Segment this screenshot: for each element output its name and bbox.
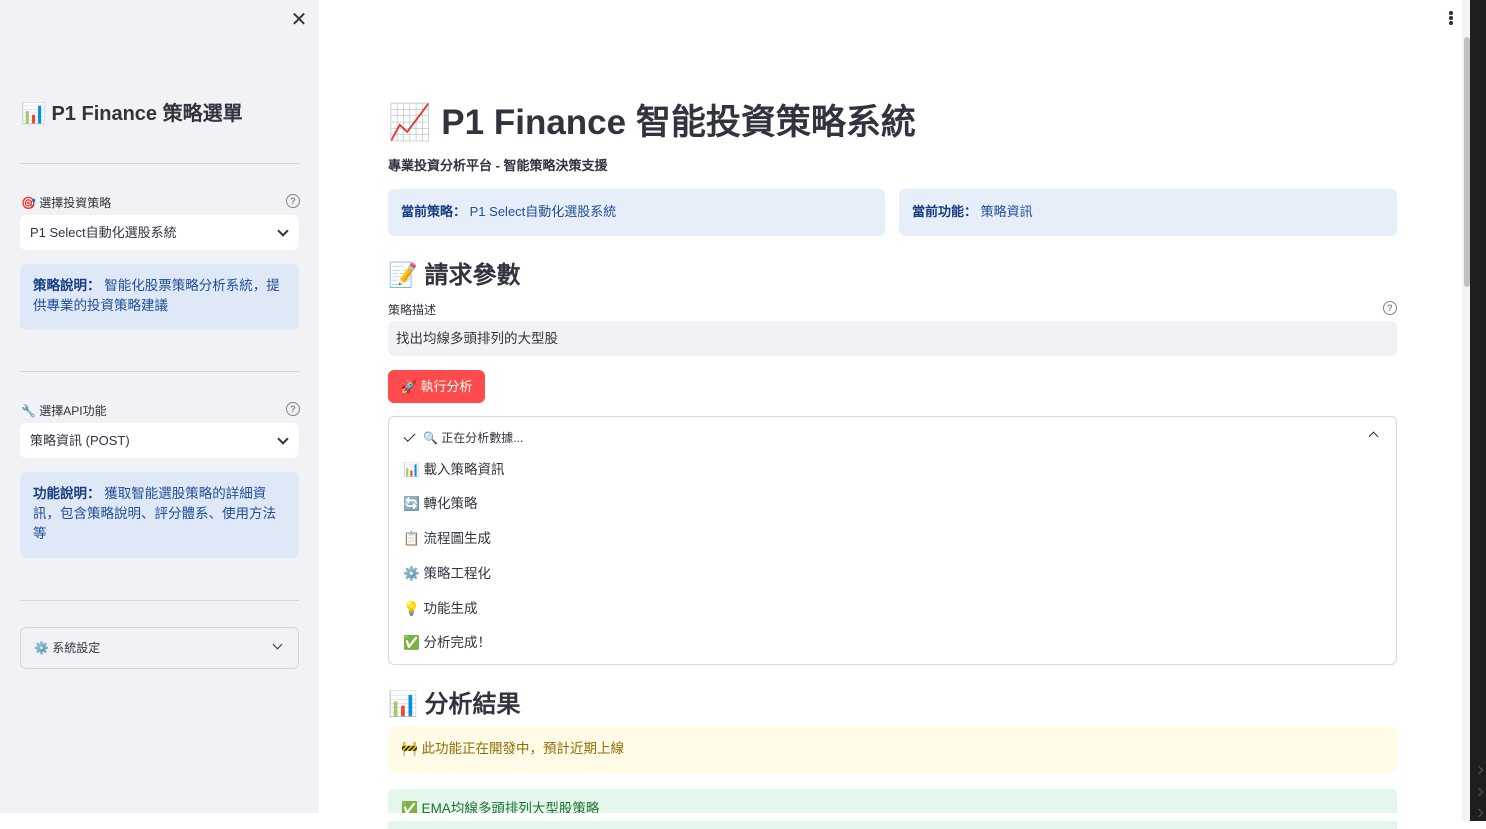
run-analysis-button[interactable]: 🚀 執行分析 [388, 370, 485, 403]
api-info-box: 功能說明： 獲取智能選股策略的詳細資訊，包含策略說明、評分體系、使用方法等 [20, 472, 299, 558]
strategy-desc-input[interactable] [388, 321, 1397, 356]
dev-warning-alert: 🚧 此功能正在開發中，預計近期上線 [388, 726, 1397, 773]
current-function-label: 當前功能： [912, 204, 978, 219]
status-step: 💡 功能生成 [403, 601, 478, 616]
chevron-up-icon[interactable] [1368, 431, 1379, 442]
request-params-heading: 📝 請求參數 [388, 262, 521, 289]
strategy-select-value: P1 Select自動化選股系統 [30, 225, 177, 240]
sidebar-title: 📊 P1 Finance 策略選單 [21, 103, 243, 125]
bottom-edge [0, 813, 1470, 821]
current-strategy-card: 當前策略： P1 Select自動化選股系統 [388, 189, 885, 236]
status-step: 🔄 轉化策略 [403, 496, 478, 511]
status-step: 📊 載入策略資訊 [403, 462, 505, 477]
strategy-info-label: 策略說明： [33, 278, 101, 293]
results-heading: 📊 分析結果 [388, 691, 521, 718]
current-strategy-value: P1 Select自動化選股系統 [469, 204, 617, 219]
success-alert: ✅ EMA均線多頭排列大型股策略 [388, 789, 1397, 829]
strategy-desc-label: 策略描述 [388, 303, 437, 317]
status-step: 📋 流程圖生成 [403, 531, 492, 546]
window-edge-rail [1470, 0, 1486, 821]
strategy-select-label: 🎯 選擇投資策略 [21, 196, 112, 210]
status-step: ✅ 分析完成！ [403, 635, 492, 650]
api-help-icon[interactable]: ? [286, 402, 300, 416]
analysis-status-panel: 🔍 正在分析數據... 📊 載入策略資訊 🔄 轉化策略 📋 流程圖生成 ⚙️ 策… [388, 416, 1397, 665]
strategy-select[interactable]: P1 Select自動化選股系統 [20, 215, 299, 250]
current-function-value: 策略資訊 [980, 204, 1033, 219]
api-select-value: 策略資訊 (POST) [30, 433, 130, 448]
page-title: 📈 P1 Finance 智能投資策略系統 [388, 103, 916, 142]
chevron-down-icon [272, 639, 283, 650]
page-subtitle: 專業投資分析平台 - 智能策略決策支援 [388, 158, 608, 173]
settings-expander-label: ⚙️ 系統設定 [34, 641, 101, 655]
settings-expander[interactable]: ⚙️ 系統設定 [20, 627, 299, 669]
chevron-down-icon [277, 225, 289, 237]
current-strategy-label: 當前策略： [401, 204, 467, 219]
check-icon [403, 429, 416, 443]
strategy-help-icon[interactable]: ? [286, 194, 300, 208]
close-sidebar-icon[interactable]: ✕ [290, 10, 308, 30]
sidebar-divider [20, 371, 299, 372]
sidebar: ✕ 📊 P1 Finance 策略選單 🎯 選擇投資策略 ? P1 Select… [0, 0, 319, 813]
chevron-down-icon [277, 433, 289, 445]
api-select-label: 🔧 選擇API功能 [21, 404, 107, 418]
sidebar-divider [20, 163, 299, 164]
current-function-card: 當前功能： 策略資訊 [899, 189, 1397, 236]
main-menu-icon[interactable] [1448, 11, 1454, 27]
status-header[interactable]: 🔍 正在分析數據... [403, 429, 524, 446]
sidebar-divider [20, 600, 299, 601]
status-step: ⚙️ 策略工程化 [403, 566, 492, 581]
desc-help-icon[interactable]: ? [1383, 301, 1397, 315]
status-header-text: 🔍 正在分析數據... [423, 431, 524, 445]
strategy-info-box: 策略說明： 智能化股票策略分析系統，提供專業的投資策略建議 [20, 264, 299, 330]
api-info-label: 功能說明： [33, 486, 101, 501]
api-select[interactable]: 策略資訊 (POST) [20, 423, 299, 458]
